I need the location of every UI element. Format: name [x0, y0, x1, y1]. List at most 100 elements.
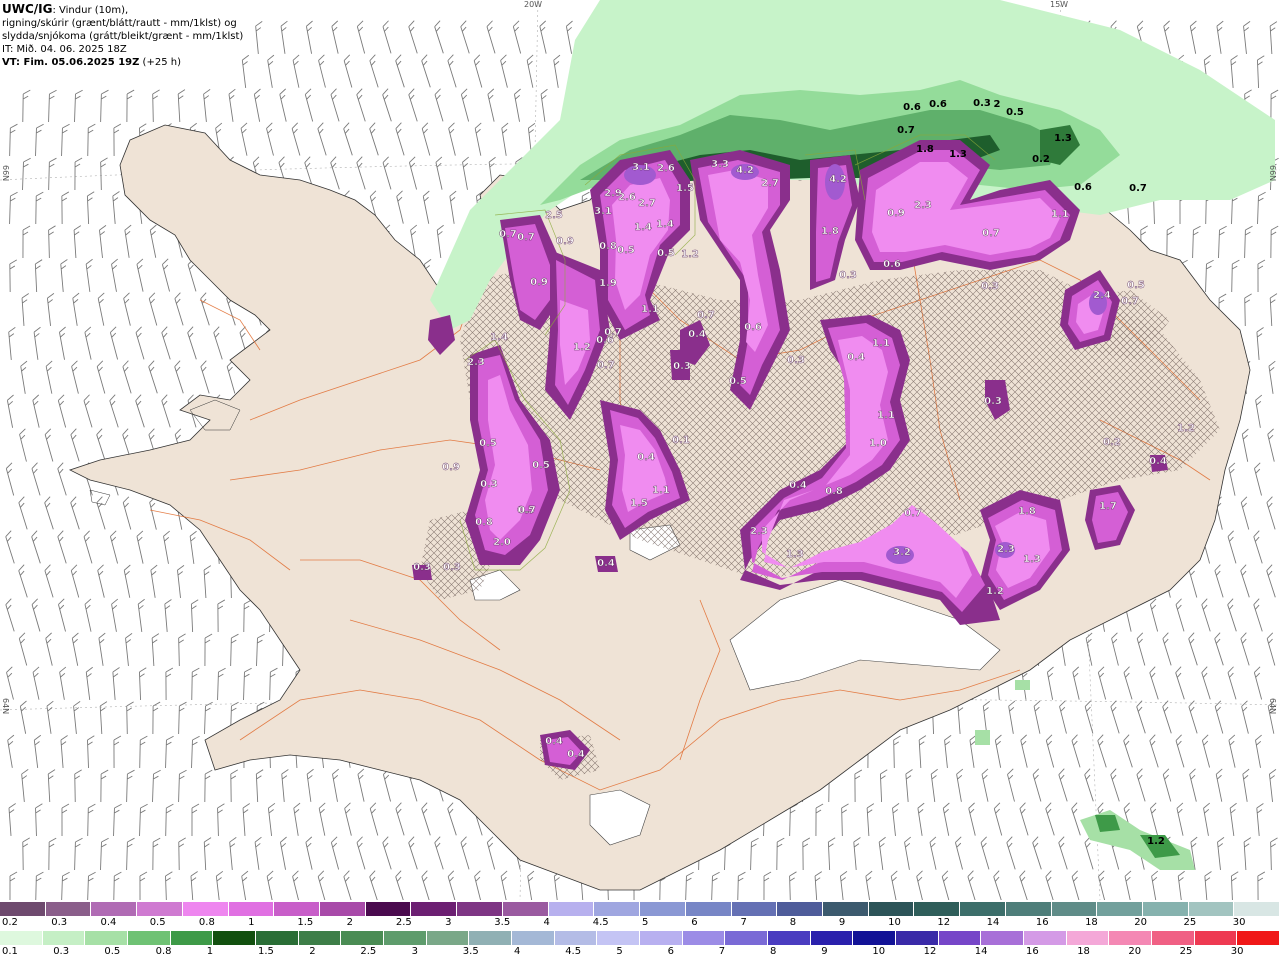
legend-swatch — [128, 931, 171, 945]
legend-tick-label: 3 — [445, 917, 452, 928]
map-header: UWC/IG: Vindur (10m), rigning/skúrir (gr… — [0, 0, 243, 77]
precip-value-label: 0.7 — [517, 232, 535, 243]
legend-swatch — [554, 931, 598, 945]
product-code: UWC/IG — [2, 2, 53, 16]
precip-value-label: 0.5 — [729, 376, 747, 387]
legend-swatch — [1194, 931, 1238, 945]
precip-value-label: 0.6 — [744, 322, 762, 333]
legend-tick-label: 18 — [1085, 917, 1098, 928]
legend-swatch — [45, 902, 92, 916]
legend-swatch — [777, 902, 823, 916]
legend-swatch — [85, 931, 129, 945]
legend-swatch — [1142, 902, 1189, 916]
precip-value-label: 3.2 — [893, 547, 911, 558]
precip-value-label: 0.7 — [604, 327, 622, 338]
legend-swatch — [457, 902, 503, 916]
snow-legend: 0.2 0.3 0.4 0.5 0.8 1 1.5 2 2.5 3 3.5 4 4.5 5 6 7 8 9 10 12… — [0, 902, 1280, 932]
precip-value-label: 1.5 — [676, 183, 694, 194]
legend-tick-label: 16 — [1035, 917, 1049, 928]
precip-value-label: 0.2 — [1103, 437, 1121, 448]
legend-tick-label: 12 — [937, 917, 951, 928]
precip-value-label: 0.3 — [973, 98, 991, 109]
precip-value-label: 1.7 — [1099, 501, 1117, 512]
legend-swatch — [502, 902, 549, 916]
legend-swatch — [822, 902, 869, 916]
legend-tick-label: 3.5 — [494, 917, 511, 928]
precip-value-label: 1.4 — [656, 219, 674, 230]
precip-value-label: 2.4 — [1093, 290, 1111, 301]
legend-swatch — [548, 902, 595, 916]
precip-value-label: 1.3 — [1023, 554, 1041, 565]
legend-swatch — [731, 902, 778, 916]
legend-tick-label: 9 — [821, 946, 828, 957]
legend-swatch — [594, 902, 641, 916]
legend-tick-label: 25 — [1179, 946, 1193, 957]
precip-value-label: 2.7 — [638, 198, 656, 209]
precip-value-label: 0.7 — [1121, 296, 1139, 307]
legend-swatch — [170, 931, 214, 945]
weather-map: 0.6 0.6 0.3 20.50.71.8 1.3 0.21.30.6 0.73.1 2.6… — [0, 0, 1280, 900]
precip-value-label: 0.4 — [789, 480, 807, 491]
legend-tick-label: 30 — [1230, 946, 1244, 957]
precip-value-label: 0.7 — [1129, 183, 1147, 194]
precip-value-label: 0.3 — [443, 562, 461, 573]
precip-value-label: 1.3 — [1054, 133, 1072, 144]
legend-tick-label: 1 — [248, 917, 255, 928]
legend-tick-label: 16 — [1026, 946, 1039, 957]
precip-value-label: 1.3 — [786, 549, 804, 560]
precip-value-label: 2.5 — [545, 210, 563, 221]
product-desc: : Vindur (10m), — [52, 5, 129, 16]
legend-tick-label: 1 — [206, 946, 214, 957]
legend-tick-label: 8 — [789, 917, 797, 928]
lon-label-15w: 15W — [1050, 0, 1069, 9]
precip-value-label: 0.5 — [1127, 280, 1145, 291]
precip-value-label: 0.7 — [597, 360, 615, 371]
legend-swatch — [0, 902, 46, 916]
legend-swatch — [1109, 931, 1153, 945]
legend-tick-label: 25 — [1183, 917, 1197, 928]
legend-tick-label: 3.5 — [462, 946, 479, 957]
legend-swatch — [1097, 902, 1143, 916]
legend-tick-label: 0.3 — [53, 946, 70, 957]
precip-value-label: 1.2 — [1147, 836, 1165, 847]
precip-value-label: 4.2 — [829, 174, 847, 185]
precip-value-label: 1.0 — [869, 438, 887, 449]
precip-value-label: 1.1 — [641, 304, 659, 315]
precip-value-label: 0.8 — [599, 241, 617, 252]
precip-value-label: 0.6 — [1074, 182, 1092, 193]
precip-value-label: 2 — [994, 99, 1001, 110]
precip-value-label: 0.4 — [597, 558, 615, 569]
legend-swatch — [640, 902, 686, 916]
legend-swatch — [1024, 931, 1067, 945]
snow-colorbar — [0, 902, 1280, 916]
precip-value-label: 0.6 — [903, 102, 921, 113]
legend-tick-label: 4.5 — [592, 917, 609, 928]
precip-value-label: 0.3 — [413, 562, 431, 573]
rain-legend: 0.1 0.3 0.5 0.8 1 1.5 2 2.5 3 3.5 4 4.5 5 6 7 8 9 10 12 14 1… — [0, 931, 1280, 961]
precip-value-label: 0.5 — [1006, 107, 1024, 118]
precip-value-label: 0.6 — [929, 99, 947, 110]
legend-tick-label: 3 — [411, 946, 418, 957]
precip-value-label: 0.4 — [847, 352, 865, 363]
precip-value-label: 0.9 — [442, 462, 460, 473]
legend-swatch — [426, 931, 470, 945]
rain-ticks: 0.1 0.3 0.5 0.8 1 1.5 2 2.5 3 3.5 4 4.5 5 6 7 8 9 10 12 14 1… — [0, 946, 1280, 960]
precip-value-label: 4.2 — [736, 165, 754, 176]
precip-value-label: 0.4 — [688, 329, 706, 340]
snow-ticks: 0.2 0.3 0.4 0.5 0.8 1 1.5 2 2.5 3 3.5 4 4.5 5 6 7 8 9 10 12… — [0, 917, 1280, 931]
precip-value-label: 1.8 — [821, 226, 839, 237]
precip-value-label: 1.8 — [916, 144, 934, 155]
legend-swatch — [137, 902, 183, 916]
precip-value-label: 0.7 — [518, 505, 536, 516]
precip-value-label: 1.3 — [949, 149, 967, 160]
precip-value-label: 2.6 — [657, 163, 675, 174]
precip-value-label: 1.5 — [630, 498, 648, 509]
precip-value-label: 0.4 — [637, 452, 655, 463]
legend-tick-label: 0.8 — [198, 917, 215, 928]
legend-tick-label: 5 — [642, 917, 649, 928]
precip-value-label: 2.7 — [761, 178, 779, 189]
precip-value-label: 0.7 — [897, 125, 915, 136]
legend-tick-label: 10 — [872, 946, 886, 957]
legend-tick-label: 4 — [543, 917, 550, 928]
precip-value-label: 1.4 — [490, 332, 508, 343]
